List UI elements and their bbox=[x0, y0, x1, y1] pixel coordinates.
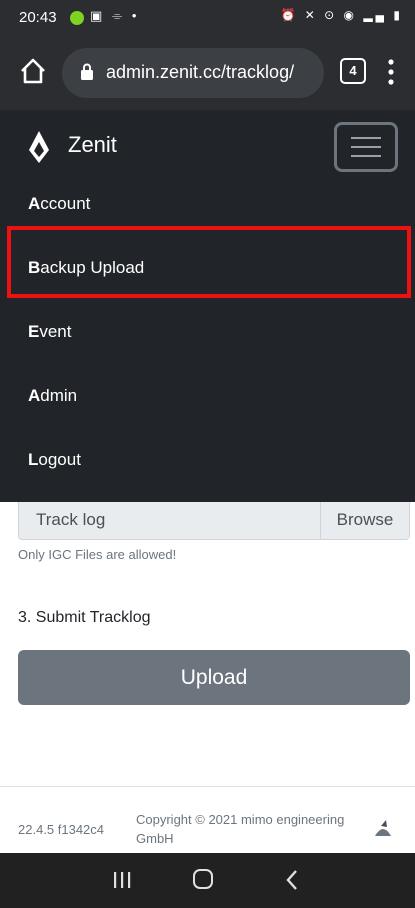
nav-item-logout[interactable]: Logout bbox=[0, 428, 415, 492]
highlight-box bbox=[7, 226, 411, 298]
lock-icon bbox=[81, 63, 93, 80]
tab-switcher-button[interactable]: 4 bbox=[340, 58, 366, 84]
version-text: 22.4.5 f1342c4 bbox=[18, 822, 105, 837]
recent-apps-icon[interactable] bbox=[113, 871, 131, 889]
copyright-text: Copyright © 2021 mimo engineering GmbH bbox=[136, 812, 345, 846]
notification-dot-icon bbox=[70, 11, 84, 25]
address-bar[interactable]: admin.zenit.cc/tracklog/ bbox=[62, 48, 324, 98]
footer-divider bbox=[0, 786, 415, 787]
back-icon[interactable] bbox=[286, 869, 298, 891]
site-navbar: Zenit Account Backup Upload Event Admin … bbox=[0, 110, 415, 502]
home-icon[interactable] bbox=[18, 56, 48, 86]
browse-button[interactable]: Browse bbox=[320, 502, 409, 539]
brand-name[interactable]: Zenit bbox=[68, 132, 117, 158]
nav-item-event[interactable]: Event bbox=[0, 300, 415, 364]
hamburger-icon bbox=[351, 137, 381, 139]
system-status-icons: ⏰ ✕ ⊙ ◉ ▂▄ ▮ bbox=[280, 8, 403, 22]
browser-toolbar: admin.zenit.cc/tracklog/ 4 bbox=[0, 36, 415, 110]
notification-icons: ▣ ⌯ • bbox=[90, 8, 140, 23]
file-help-text: Only IGC Files are allowed! bbox=[18, 547, 177, 562]
zenit-logo-icon[interactable] bbox=[28, 130, 50, 164]
upload-button[interactable]: Upload bbox=[18, 650, 410, 705]
menu-toggle-button[interactable] bbox=[334, 122, 398, 172]
file-input-label: Track log bbox=[36, 510, 106, 529]
home-button-icon[interactable] bbox=[193, 869, 213, 889]
more-options-icon[interactable] bbox=[388, 59, 394, 85]
nav-item-admin[interactable]: Admin bbox=[0, 364, 415, 428]
url-text: admin.zenit.cc/tracklog/ bbox=[106, 62, 295, 82]
system-navigation-bar bbox=[0, 853, 415, 908]
status-time: 20:43 bbox=[19, 9, 57, 26]
tracklog-file-input[interactable]: Track log Browse bbox=[18, 502, 410, 540]
step-title: 3. Submit Tracklog bbox=[18, 609, 151, 626]
mimo-logo-icon bbox=[375, 820, 391, 836]
status-bar: 20:43 ▣ ⌯ • ⏰ ✕ ⊙ ◉ ▂▄ ▮ bbox=[0, 0, 415, 36]
